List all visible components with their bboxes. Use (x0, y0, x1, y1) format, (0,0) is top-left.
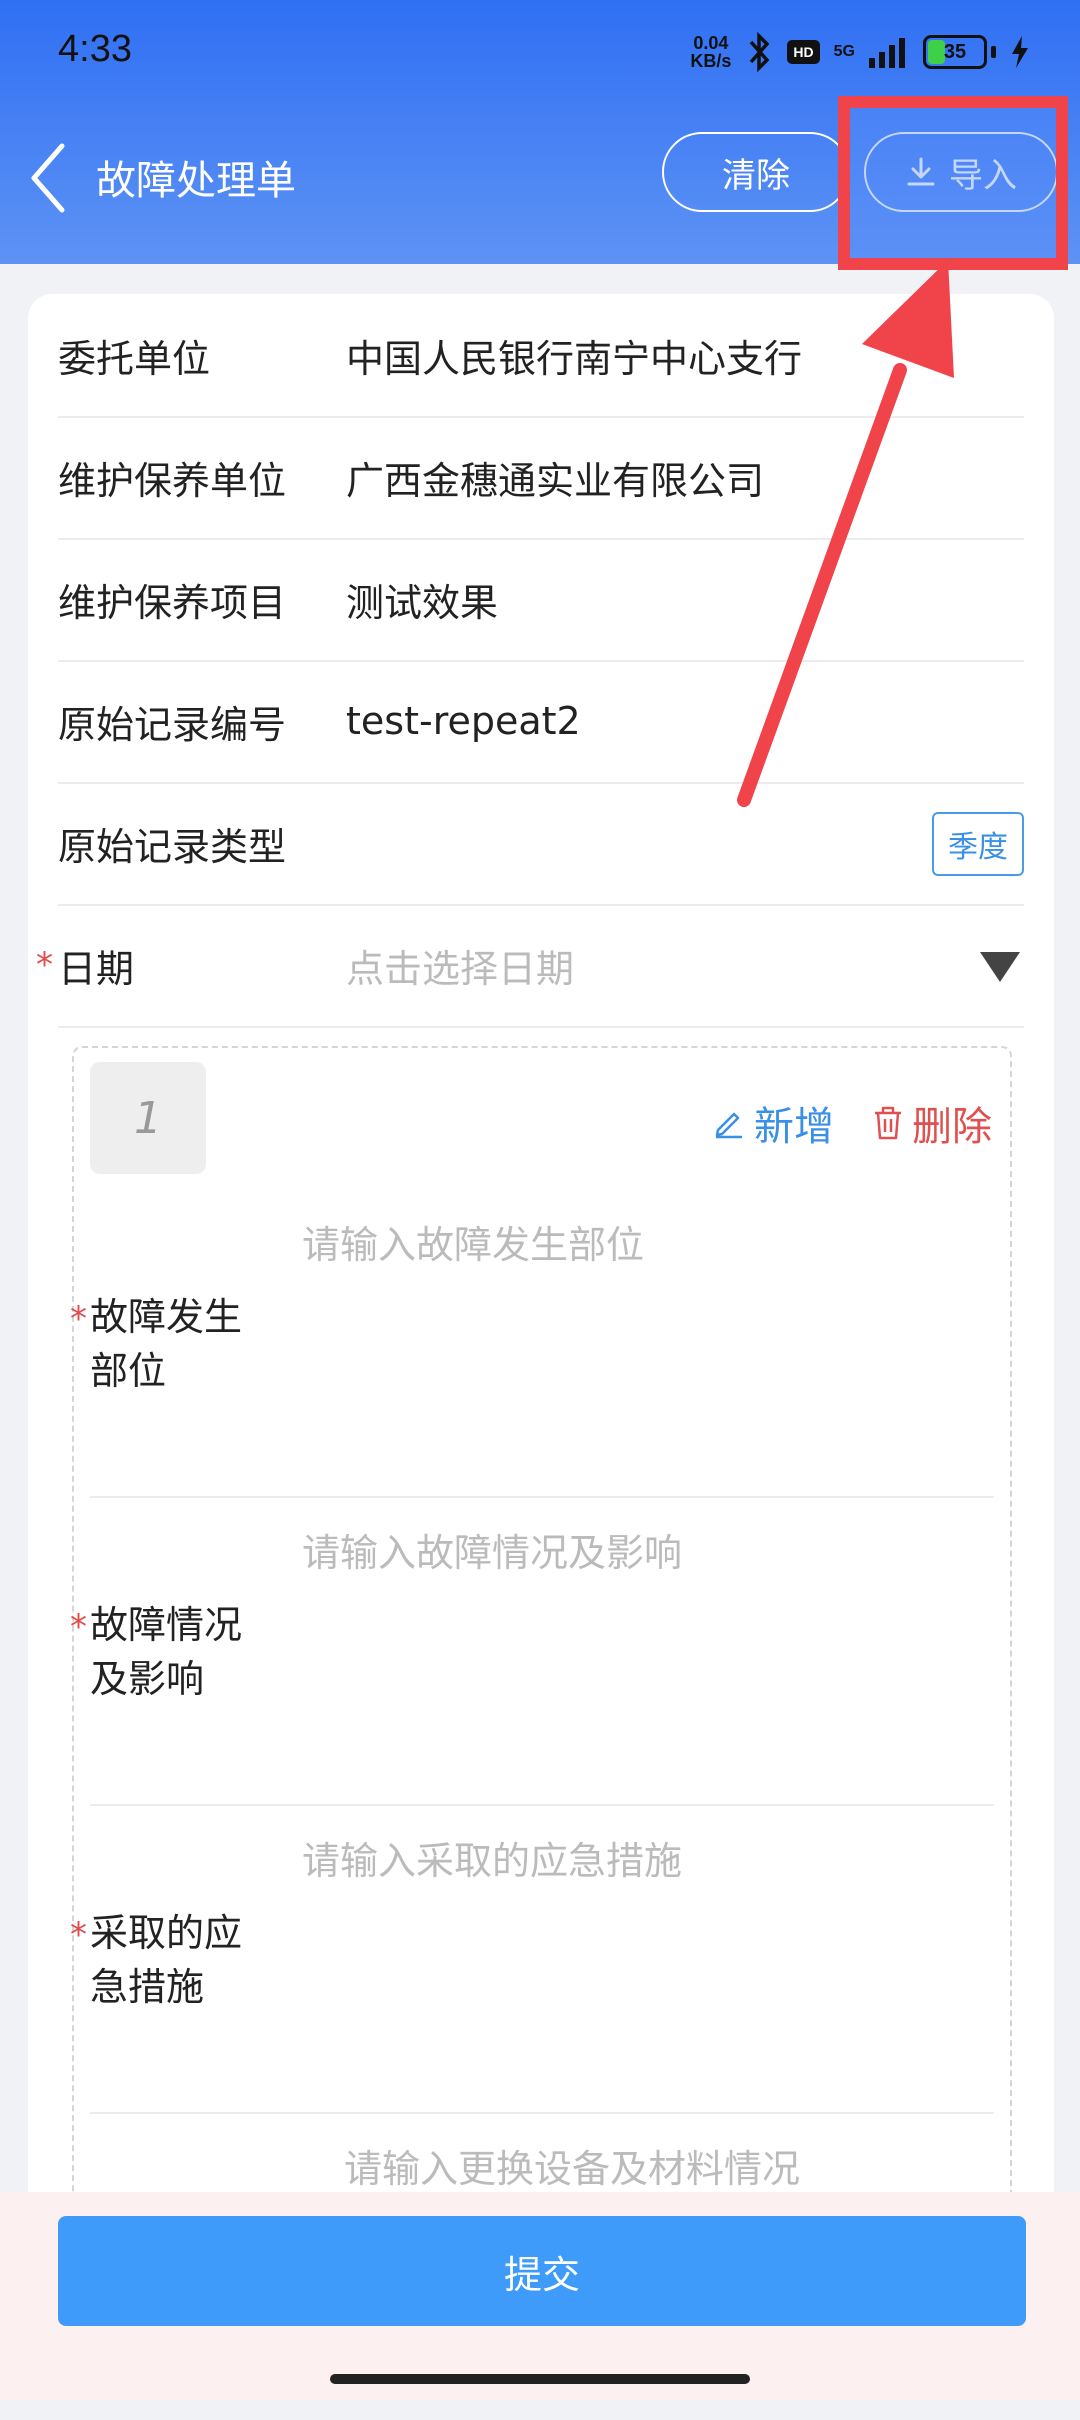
row-label: 维护保养项目 (58, 580, 287, 625)
field-emergency-measures: * 采取的应 急措施 请输入采取的应急措施 (70, 1806, 994, 2114)
field-label-line2: 部位 (90, 1349, 167, 1393)
row-value: test-repeat2 (346, 699, 581, 743)
dropdown-triangle-icon[interactable] (980, 952, 1020, 982)
required-mark: * (70, 1299, 87, 1339)
field-fault-impact: * 故障情况 及影响 请输入故障情况及影响 (70, 1498, 994, 1806)
hd-badge: HD (787, 40, 820, 64)
edit-icon (715, 1112, 742, 1139)
emergency-measures-input[interactable]: 请输入采取的应急措施 (302, 1830, 682, 1885)
field-label: * 采取的应 急措施 (70, 1906, 270, 2014)
field-label: * 故障情况 及影响 (70, 1598, 270, 1706)
required-mark: * (70, 1607, 87, 1647)
row-label: 日期 (58, 946, 135, 991)
add-label: 新增 (754, 1104, 834, 1150)
signal-5g-label: 5G (833, 43, 855, 60)
date-picker-placeholder[interactable]: 点击选择日期 (346, 938, 574, 993)
net-speed: 0.04 KB/s (690, 34, 731, 70)
row-label: 委托单位 (58, 336, 211, 381)
trash-icon (875, 1106, 901, 1140)
row-value: 广西金穗通实业有限公司 (346, 458, 765, 503)
delete-label: 删除 (912, 1104, 992, 1150)
import-highlight-box (838, 96, 1068, 270)
field-label-line1: 故障情况 (90, 1603, 243, 1647)
battery-level: 35 (943, 40, 967, 63)
required-mark: * (36, 945, 53, 985)
field-label-line2: 急措施 (90, 1965, 205, 2009)
row-label: 原始记录类型 (58, 824, 287, 869)
field-label-line1: 故障发生 (90, 1295, 243, 1339)
replacement-input[interactable]: 请输入更换设备及材料情况 (344, 2138, 800, 2193)
battery-icon: 35 (923, 35, 987, 69)
home-indicator[interactable] (330, 2374, 750, 2384)
field-label-line2: 及影响 (90, 1657, 205, 1701)
battery-cap (991, 46, 996, 58)
fault-item-group: 1 新增 删除 * 故障发生 部位 请输入故障发生部位 * 故障情况 及影响 请… (70, 1046, 1012, 2346)
bluetooth-icon (750, 32, 770, 72)
submit-button[interactable]: 提交 (58, 2216, 1026, 2326)
fault-impact-input[interactable]: 请输入故障情况及影响 (302, 1522, 682, 1577)
status-bar: 4:33 0.04 KB/s HD 5G 35 (0, 0, 1080, 100)
required-mark: * (70, 1915, 87, 1955)
field-fault-location: * 故障发生 部位 请输入故障发生部位 (70, 1190, 994, 1498)
delete-item-button[interactable]: 删除 (872, 1094, 992, 1152)
row-label: 原始记录编号 (58, 702, 287, 747)
row-date[interactable]: * 日期 点击选择日期 (36, 904, 1024, 1028)
item-index: 1 (90, 1062, 206, 1174)
back-arrow-icon[interactable] (24, 138, 74, 218)
field-label-line1: 采取的应 (90, 1911, 243, 1955)
row-record-type: 原始记录类型 季度 (58, 782, 1024, 906)
record-type-tag[interactable]: 季度 (932, 812, 1024, 876)
row-client-unit: 委托单位 中国人民银行南宁中心支行 (58, 294, 1024, 418)
signal-icon (869, 38, 905, 68)
net-speed-unit: KB/s (690, 51, 732, 71)
row-record-number: 原始记录编号 test-repeat2 (58, 660, 1024, 784)
row-maintenance-item: 维护保养项目 测试效果 (58, 538, 1024, 662)
fault-location-input[interactable]: 请输入故障发生部位 (302, 1214, 644, 1269)
charging-icon (1012, 36, 1028, 68)
clear-button[interactable]: 清除 (662, 132, 850, 212)
bottom-bar: 提交 (0, 2192, 1080, 2400)
row-label: 维护保养单位 (58, 458, 287, 503)
net-speed-value: 0.04 (693, 33, 729, 53)
row-value: 中国人民银行南宁中心支行 (346, 336, 803, 381)
status-icons: 0.04 KB/s HD 5G 35 (690, 30, 1030, 74)
row-maintenance-unit: 维护保养单位 广西金穗通实业有限公司 (58, 416, 1024, 540)
row-value: 测试效果 (346, 580, 499, 625)
status-time: 4:33 (58, 28, 132, 70)
add-item-button[interactable]: 新增 (712, 1094, 834, 1152)
page-title: 故障处理单 (96, 158, 296, 204)
field-label: * 故障发生 部位 (70, 1290, 270, 1398)
